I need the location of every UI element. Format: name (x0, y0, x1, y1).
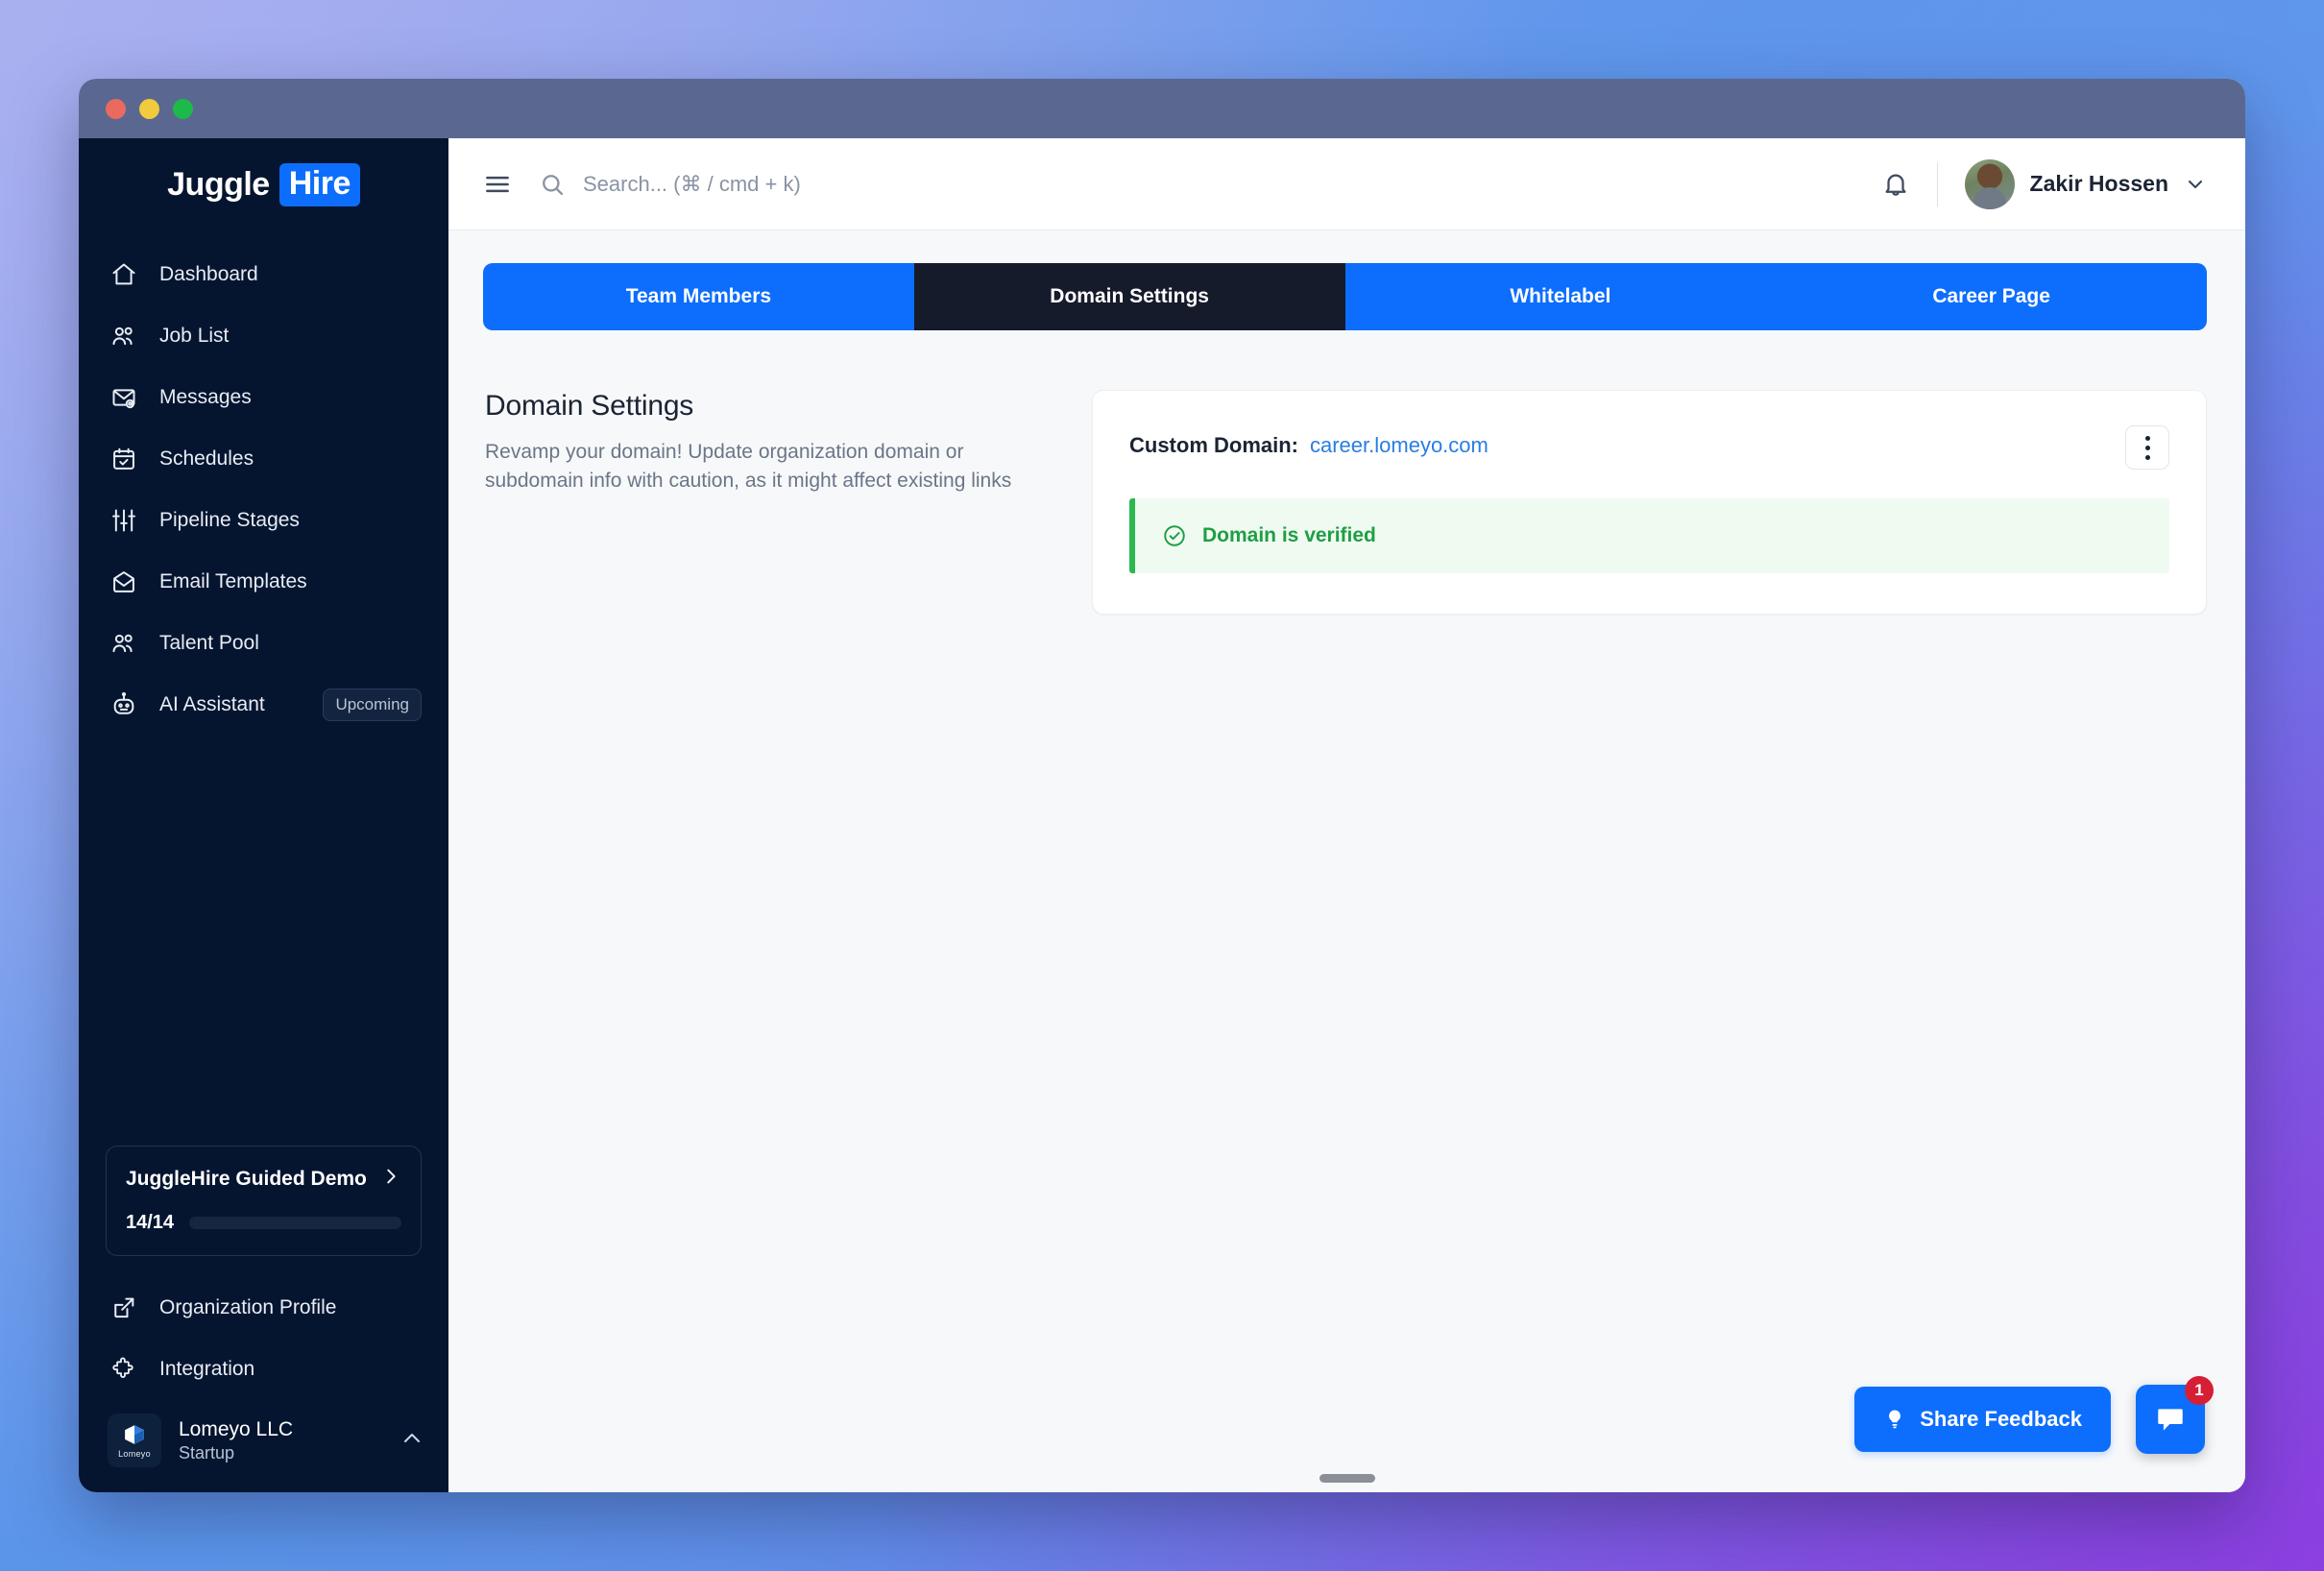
robot-icon (108, 689, 140, 721)
topbar: Zakir Hossen (448, 138, 2245, 230)
guided-demo-card[interactable]: JuggleHire Guided Demo 14/14 (106, 1146, 422, 1256)
sidebar-item-label: Pipeline Stages (159, 509, 300, 531)
sidebar-item-label: Integration (159, 1358, 255, 1380)
search-icon (539, 171, 566, 198)
page-subtitle: Revamp your domain! Update organization … (485, 441, 1012, 493)
user-name: Zakir Hossen (2029, 171, 2168, 196)
content-area: Team Members Domain Settings Whitelabel … (448, 230, 2245, 1492)
close-window-button[interactable] (106, 98, 126, 119)
sidebar-item-label: Dashboard (159, 263, 258, 285)
envelope-at-icon (108, 381, 140, 414)
sidebar-item-messages[interactable]: Messages (79, 367, 448, 428)
guided-demo-progress: 14/14 (126, 1212, 401, 1234)
sidebar-item-label: Talent Pool (159, 632, 259, 654)
organization-info: Lomeyo LLC Startup (179, 1418, 293, 1463)
calendar-check-icon (108, 443, 140, 475)
sidebar-nav: Dashboard Job List Messages Schedules Pi… (79, 244, 448, 736)
domain-status-text: Domain is verified (1202, 524, 1376, 546)
share-feedback-button[interactable]: Share Feedback (1854, 1387, 2111, 1452)
domain-settings-panel: Domain Settings Revamp your domain! Upda… (483, 390, 2207, 615)
sidebar-item-pipeline-stages[interactable]: Pipeline Stages (79, 490, 448, 551)
tab-whitelabel[interactable]: Whitelabel (1344, 263, 1777, 330)
sidebar-item-schedules[interactable]: Schedules (79, 428, 448, 490)
user-menu[interactable]: Zakir Hossen (1938, 158, 2207, 209)
sidebar-item-ai-assistant[interactable]: AI Assistant Upcoming (79, 674, 448, 736)
main-area: Zakir Hossen Team Members Domain Setting… (448, 138, 2245, 1492)
organization-plan: Startup (179, 1442, 235, 1462)
topbar-right: Zakir Hossen (1881, 158, 2207, 209)
sidebar-item-label: Messages (159, 386, 252, 408)
sidebar-item-email-templates[interactable]: Email Templates (79, 551, 448, 613)
chevron-up-icon[interactable] (400, 1427, 424, 1455)
page-title: Domain Settings (485, 390, 694, 422)
sidebar-item-dashboard[interactable]: Dashboard (79, 244, 448, 305)
horizontal-scrollbar[interactable] (1319, 1474, 1375, 1483)
cube-icon (125, 1425, 144, 1444)
check-circle-icon (1162, 523, 1187, 548)
avatar (1964, 158, 2015, 209)
window-titlebar (79, 79, 2245, 138)
logo-text-juggle: Juggle (167, 165, 270, 203)
chevron-down-icon[interactable] (2184, 173, 2207, 196)
chat-bubble-icon (2154, 1403, 2187, 1436)
sliders-icon (108, 504, 140, 537)
sidebar-item-label: Organization Profile (159, 1296, 337, 1318)
users-icon (108, 320, 140, 352)
sidebar-item-integration[interactable]: Integration (79, 1339, 448, 1400)
minimize-window-button[interactable] (139, 98, 159, 119)
tab-domain-settings[interactable]: Domain Settings (913, 263, 1345, 330)
sidebar-item-label: Job List (159, 325, 230, 347)
organization-switcher[interactable]: Lomeyo Lomeyo LLC Startup (79, 1400, 448, 1492)
users-icon (108, 627, 140, 660)
custom-domain-label: Custom Domain: (1129, 433, 1298, 457)
settings-tabs: Team Members Domain Settings Whitelabel … (483, 263, 2207, 330)
organization-logo-text: Lomeyo (118, 1449, 151, 1459)
app-window: Juggle Hire Dashboard Job List Messages … (79, 79, 2245, 1492)
guided-demo-count: 14/14 (126, 1212, 175, 1233)
organization-name: Lomeyo LLC (179, 1417, 294, 1440)
external-link-icon (108, 1292, 140, 1324)
search-bar[interactable] (539, 171, 1881, 198)
sidebar: Juggle Hire Dashboard Job List Messages … (79, 138, 448, 1492)
custom-domain-row: Custom Domain: career.lomeyo.com (1129, 425, 2169, 470)
domain-status-banner: Domain is verified (1129, 498, 2169, 573)
sidebar-item-organization-profile[interactable]: Organization Profile (79, 1277, 448, 1339)
sidebar-item-label: Email Templates (159, 570, 307, 592)
app-logo[interactable]: Juggle Hire (79, 138, 448, 230)
floating-actions: Share Feedback 1 (1854, 1376, 2214, 1454)
progress-bar-track (189, 1217, 401, 1229)
open-envelope-icon (108, 566, 140, 598)
share-feedback-label: Share Feedback (1920, 1407, 2082, 1431)
custom-domain-card: Custom Domain: career.lomeyo.com Domain … (1092, 390, 2207, 615)
lightbulb-icon (1883, 1408, 1906, 1431)
tab-career-page[interactable]: Career Page (1776, 263, 2207, 330)
guided-demo-title: JuggleHire Guided Demo (126, 1168, 367, 1190)
puzzle-icon (108, 1353, 140, 1386)
tab-team-members[interactable]: Team Members (483, 263, 914, 330)
home-icon (108, 258, 140, 291)
upcoming-badge: Upcoming (323, 689, 422, 721)
kebab-menu-icon[interactable] (2125, 425, 2169, 470)
custom-domain-value[interactable]: career.lomeyo.com (1310, 433, 1489, 458)
search-input[interactable] (583, 171, 1082, 197)
maximize-window-button[interactable] (173, 98, 193, 119)
guided-demo-header: JuggleHire Guided Demo (126, 1166, 401, 1193)
sidebar-item-talent-pool[interactable]: Talent Pool (79, 613, 448, 674)
chevron-right-icon[interactable] (380, 1166, 401, 1193)
sidebar-item-label: Schedules (159, 447, 254, 470)
sidebar-item-job-list[interactable]: Job List (79, 305, 448, 367)
hamburger-icon[interactable] (483, 170, 512, 199)
panel-description: Domain Settings Revamp your domain! Upda… (483, 390, 1059, 496)
chat-widget-button[interactable]: 1 (2136, 1376, 2214, 1454)
sidebar-item-label: AI Assistant (159, 693, 265, 715)
organization-logo: Lomeyo (108, 1414, 161, 1467)
logo-text-hire: Hire (278, 162, 360, 206)
window-body: Juggle Hire Dashboard Job List Messages … (79, 138, 2245, 1492)
bell-icon[interactable] (1881, 170, 1937, 199)
chat-unread-badge: 1 (2185, 1376, 2214, 1405)
